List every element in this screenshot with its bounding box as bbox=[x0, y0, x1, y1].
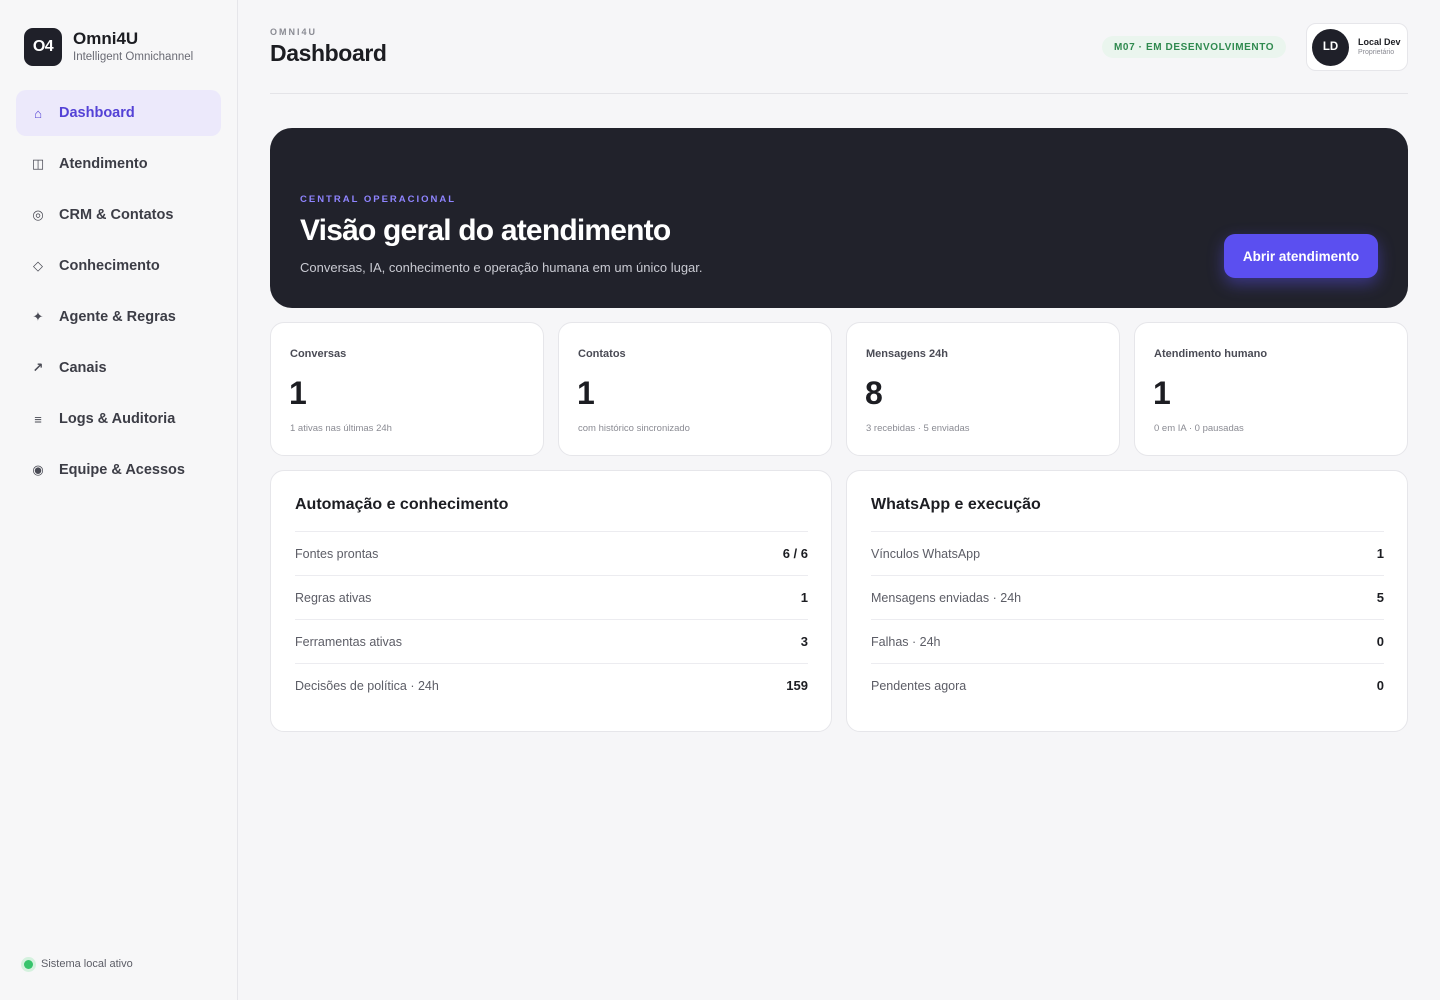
user-name: Local Dev bbox=[1358, 36, 1401, 47]
list-item: Vínculos WhatsApp 1 bbox=[871, 531, 1384, 575]
row-label: Fontes prontas bbox=[295, 546, 379, 561]
row-value: 0 bbox=[1376, 634, 1384, 649]
row-label: Falhas · 24h bbox=[871, 634, 941, 649]
row-value: 6 / 6 bbox=[782, 546, 808, 561]
row-value: 159 bbox=[786, 678, 808, 693]
stat-card-mensagens: Mensagens 24h 8 3 recebidas · 5 enviadas bbox=[846, 322, 1120, 456]
row-label: Decisões de política · 24h bbox=[295, 678, 439, 693]
arrow-up-right-icon: ↗ bbox=[32, 360, 44, 375]
row-value: 5 bbox=[1376, 590, 1384, 605]
brand-logo: O4 bbox=[24, 28, 62, 66]
stat-note: com histórico sincronizado bbox=[578, 423, 690, 434]
sidebar-item-label: Canais bbox=[59, 360, 107, 376]
panel-rows: Fontes prontas 6 / 6 Regras ativas 1 Fer… bbox=[295, 531, 808, 707]
header-divider bbox=[270, 93, 1408, 94]
list-item: Decisões de política · 24h 159 bbox=[295, 663, 808, 707]
row-label: Vínculos WhatsApp bbox=[871, 546, 981, 561]
sidebar-item-label: Agente & Regras bbox=[59, 309, 176, 325]
hero-banner: CENTRAL OPERACIONAL Visão geral do atend… bbox=[270, 128, 1408, 308]
sidebar-item-logs-auditoria[interactable]: ≡ Logs & Auditoria bbox=[16, 396, 221, 442]
stat-note: 0 em IA · 0 pausadas bbox=[1154, 423, 1244, 434]
row-label: Ferramentas ativas bbox=[295, 634, 402, 649]
stat-card-contatos: Contatos 1 com histórico sincronizado bbox=[558, 322, 832, 456]
sidebar-item-atendimento[interactable]: ◫ Atendimento bbox=[16, 141, 221, 187]
page-title: Dashboard bbox=[270, 40, 387, 66]
hero-title: Visão geral do atendimento bbox=[300, 214, 671, 247]
status-dot-icon bbox=[24, 959, 33, 969]
sidebar-item-equipe-acessos[interactable]: ◉ Equipe & Acessos bbox=[16, 447, 221, 493]
environment-badge: M07 · EM DESENVOLVIMENTO bbox=[1102, 36, 1287, 58]
sidebar-item-agente-regras[interactable]: ✦ Agente & Regras bbox=[16, 294, 221, 340]
brand-name: Omni4U bbox=[73, 29, 139, 48]
hero-eyebrow: CENTRAL OPERACIONAL bbox=[300, 194, 457, 205]
stat-value: 1 bbox=[577, 375, 595, 411]
sidebar-item-label: Logs & Auditoria bbox=[59, 411, 176, 427]
sidebar-item-conhecimento[interactable]: ◇ Conhecimento bbox=[16, 243, 221, 289]
stat-label: Atendimento humano bbox=[1154, 348, 1268, 360]
target-icon: ◎ bbox=[32, 207, 44, 222]
row-label: Pendentes agora bbox=[871, 678, 967, 693]
sidebar-item-label: Atendimento bbox=[59, 156, 148, 172]
hero-subtitle: Conversas, IA, conhecimento e operação h… bbox=[300, 260, 703, 275]
sidebar: O4 Omni4U Intelligent Omnichannel ⌂ Dash… bbox=[0, 0, 238, 1000]
list-item: Mensagens enviadas · 24h 5 bbox=[871, 575, 1384, 619]
panel-rows: Vínculos WhatsApp 1 Mensagens enviadas ·… bbox=[871, 531, 1384, 707]
stat-value: 8 bbox=[865, 375, 883, 411]
sidebar-nav: ⌂ Dashboard ◫ Atendimento ◎ CRM & Contat… bbox=[16, 90, 221, 498]
columns-icon: ◫ bbox=[31, 156, 45, 171]
list-icon: ≡ bbox=[34, 411, 42, 427]
list-item: Regras ativas 1 bbox=[295, 575, 808, 619]
stat-note: 1 ativas nas últimas 24h bbox=[290, 423, 392, 434]
stat-card-conversas: Conversas 1 1 ativas nas últimas 24h bbox=[270, 322, 544, 456]
whatsapp-panel: WhatsApp e execução Vínculos WhatsApp 1 … bbox=[846, 470, 1408, 732]
sparkle-icon: ✦ bbox=[32, 309, 44, 324]
sidebar-item-crm-contatos[interactable]: ◎ CRM & Contatos bbox=[16, 192, 221, 238]
stat-value: 1 bbox=[289, 375, 307, 411]
user-role: Proprietário bbox=[1358, 48, 1395, 56]
list-item: Ferramentas ativas 3 bbox=[295, 619, 808, 663]
brand-text: Omni4U Intelligent Omnichannel bbox=[73, 29, 193, 65]
main-content: OMNI4U Dashboard M07 · EM DESENVOLVIMENT… bbox=[270, 0, 1408, 1000]
sidebar-item-label: Conhecimento bbox=[59, 258, 160, 274]
diamond-icon: ◇ bbox=[33, 258, 43, 273]
open-attendance-button[interactable]: Abrir atendimento bbox=[1224, 234, 1378, 278]
home-icon: ⌂ bbox=[34, 105, 42, 121]
avatar: LD bbox=[1312, 28, 1349, 66]
sidebar-item-label: Equipe & Acessos bbox=[59, 462, 185, 478]
stat-label: Contatos bbox=[578, 348, 626, 360]
stat-card-atendimento-humano: Atendimento humano 1 0 em IA · 0 pausada… bbox=[1134, 322, 1408, 456]
row-value: 0 bbox=[1376, 678, 1384, 693]
stat-value: 1 bbox=[1153, 375, 1171, 411]
automation-panel: Automação e conhecimento Fontes prontas … bbox=[270, 470, 832, 732]
list-item: Falhas · 24h 0 bbox=[871, 619, 1384, 663]
header-eyebrow: OMNI4U bbox=[270, 27, 318, 37]
list-item: Pendentes agora 0 bbox=[871, 663, 1384, 707]
stat-note: 3 recebidas · 5 enviadas bbox=[866, 423, 970, 434]
brand[interactable]: O4 Omni4U Intelligent Omnichannel bbox=[24, 28, 193, 66]
user-info: Local Dev Proprietário bbox=[1358, 37, 1401, 58]
sidebar-item-canais[interactable]: ↗ Canais bbox=[16, 345, 221, 391]
row-label: Mensagens enviadas · 24h bbox=[871, 590, 1022, 605]
row-value: 1 bbox=[1376, 546, 1384, 561]
panel-title: Automação e conhecimento bbox=[295, 496, 509, 513]
sidebar-item-label: CRM & Contatos bbox=[59, 207, 174, 223]
stat-label: Mensagens 24h bbox=[866, 348, 948, 360]
sidebar-item-label: Dashboard bbox=[59, 105, 135, 121]
list-item: Fontes prontas 6 / 6 bbox=[295, 531, 808, 575]
stats-row: Conversas 1 1 ativas nas últimas 24h Con… bbox=[270, 322, 1408, 456]
row-value: 1 bbox=[800, 590, 808, 605]
panel-title: WhatsApp e execução bbox=[871, 496, 1041, 513]
system-status-text: Sistema local ativo bbox=[41, 958, 133, 970]
sidebar-item-dashboard[interactable]: ⌂ Dashboard bbox=[16, 90, 221, 136]
stat-label: Conversas bbox=[290, 348, 347, 360]
system-status: Sistema local ativo bbox=[24, 958, 133, 970]
brand-subtitle: Intelligent Omnichannel bbox=[73, 51, 194, 63]
user-menu[interactable]: LD Local Dev Proprietário bbox=[1306, 23, 1408, 71]
row-label: Regras ativas bbox=[295, 590, 372, 605]
circle-dot-icon: ◉ bbox=[32, 462, 44, 477]
row-value: 3 bbox=[800, 634, 808, 649]
